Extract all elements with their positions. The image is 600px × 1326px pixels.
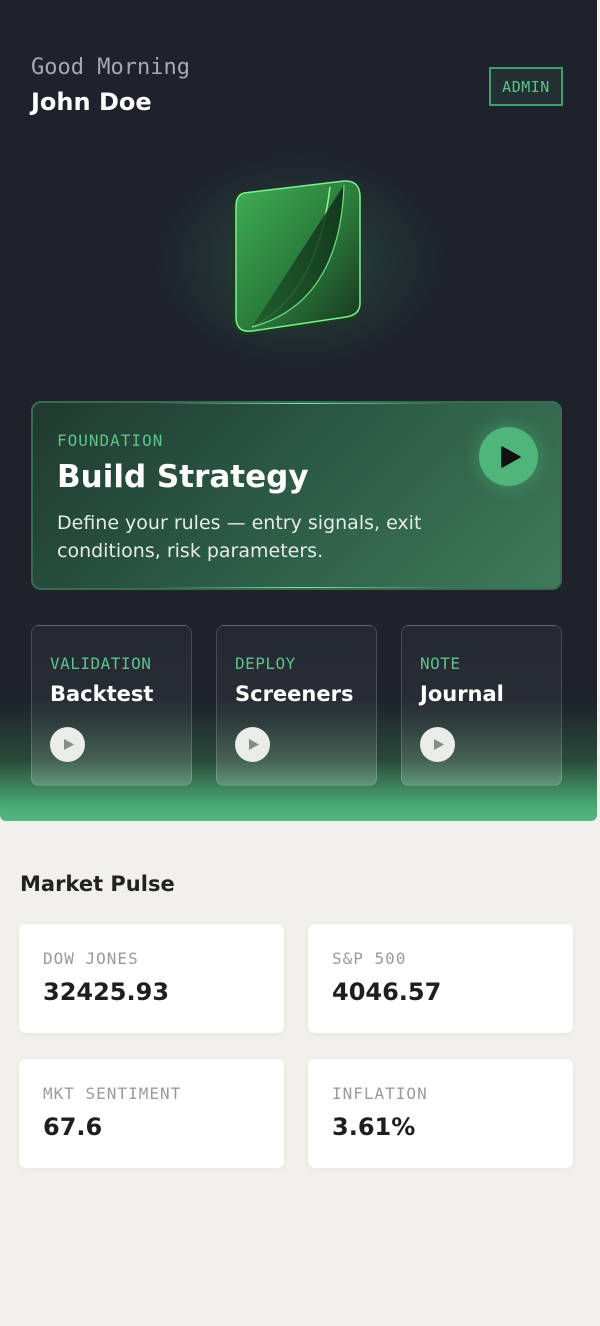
play-icon [249,739,259,750]
module-card-backtest[interactable]: VALIDATION Backtest [31,625,192,786]
hero-panel: Good Morning John Doe ADMIN FOUNDATION B… [0,0,597,821]
greeting-text: Good Morning [31,55,190,80]
play-icon [500,445,521,468]
module-title: Backtest [50,682,154,706]
stat-card-sp500: S&P 500 4046.57 [308,924,573,1033]
green-leaf-tile-icon [232,180,362,336]
stat-label: MKT SENTIMENT [43,1084,182,1103]
feature-title: Build Strategy [57,459,309,495]
stat-card-inflation: INFLATION 3.61% [308,1059,573,1168]
admin-badge[interactable]: ADMIN [489,67,563,106]
stat-value: 4046.57 [332,978,442,1006]
play-icon [64,739,74,750]
feature-card-build-strategy[interactable]: FOUNDATION Build Strategy Define your ru… [31,401,562,590]
module-kicker: DEPLOY [235,654,296,673]
module-card-screeners[interactable]: DEPLOY Screeners [216,625,377,786]
play-icon [434,739,444,750]
feature-description: Define your rules — entry signals, exit … [57,512,422,562]
module-title: Journal [420,682,504,706]
module-title: Screeners [235,682,354,706]
user-name: John Doe [31,88,152,116]
stat-value: 3.61% [332,1113,416,1141]
play-button-journal[interactable] [420,727,455,762]
stat-value: 67.6 [43,1113,103,1141]
play-button-build-strategy[interactable] [479,427,538,486]
module-card-journal[interactable]: NOTE Journal [401,625,562,786]
market-pulse-title: Market Pulse [20,872,175,896]
module-kicker: NOTE [420,654,461,673]
stat-label: S&P 500 [332,949,407,968]
stat-value: 32425.93 [43,978,170,1006]
stat-card-dow-jones: DOW JONES 32425.93 [19,924,284,1033]
play-button-backtest[interactable] [50,727,85,762]
stat-label: INFLATION [332,1084,428,1103]
play-button-screeners[interactable] [235,727,270,762]
stat-label: DOW JONES [43,949,139,968]
feature-kicker: FOUNDATION [57,431,164,450]
module-kicker: VALIDATION [50,654,152,673]
stat-card-mkt-sentiment: MKT SENTIMENT 67.6 [19,1059,284,1168]
